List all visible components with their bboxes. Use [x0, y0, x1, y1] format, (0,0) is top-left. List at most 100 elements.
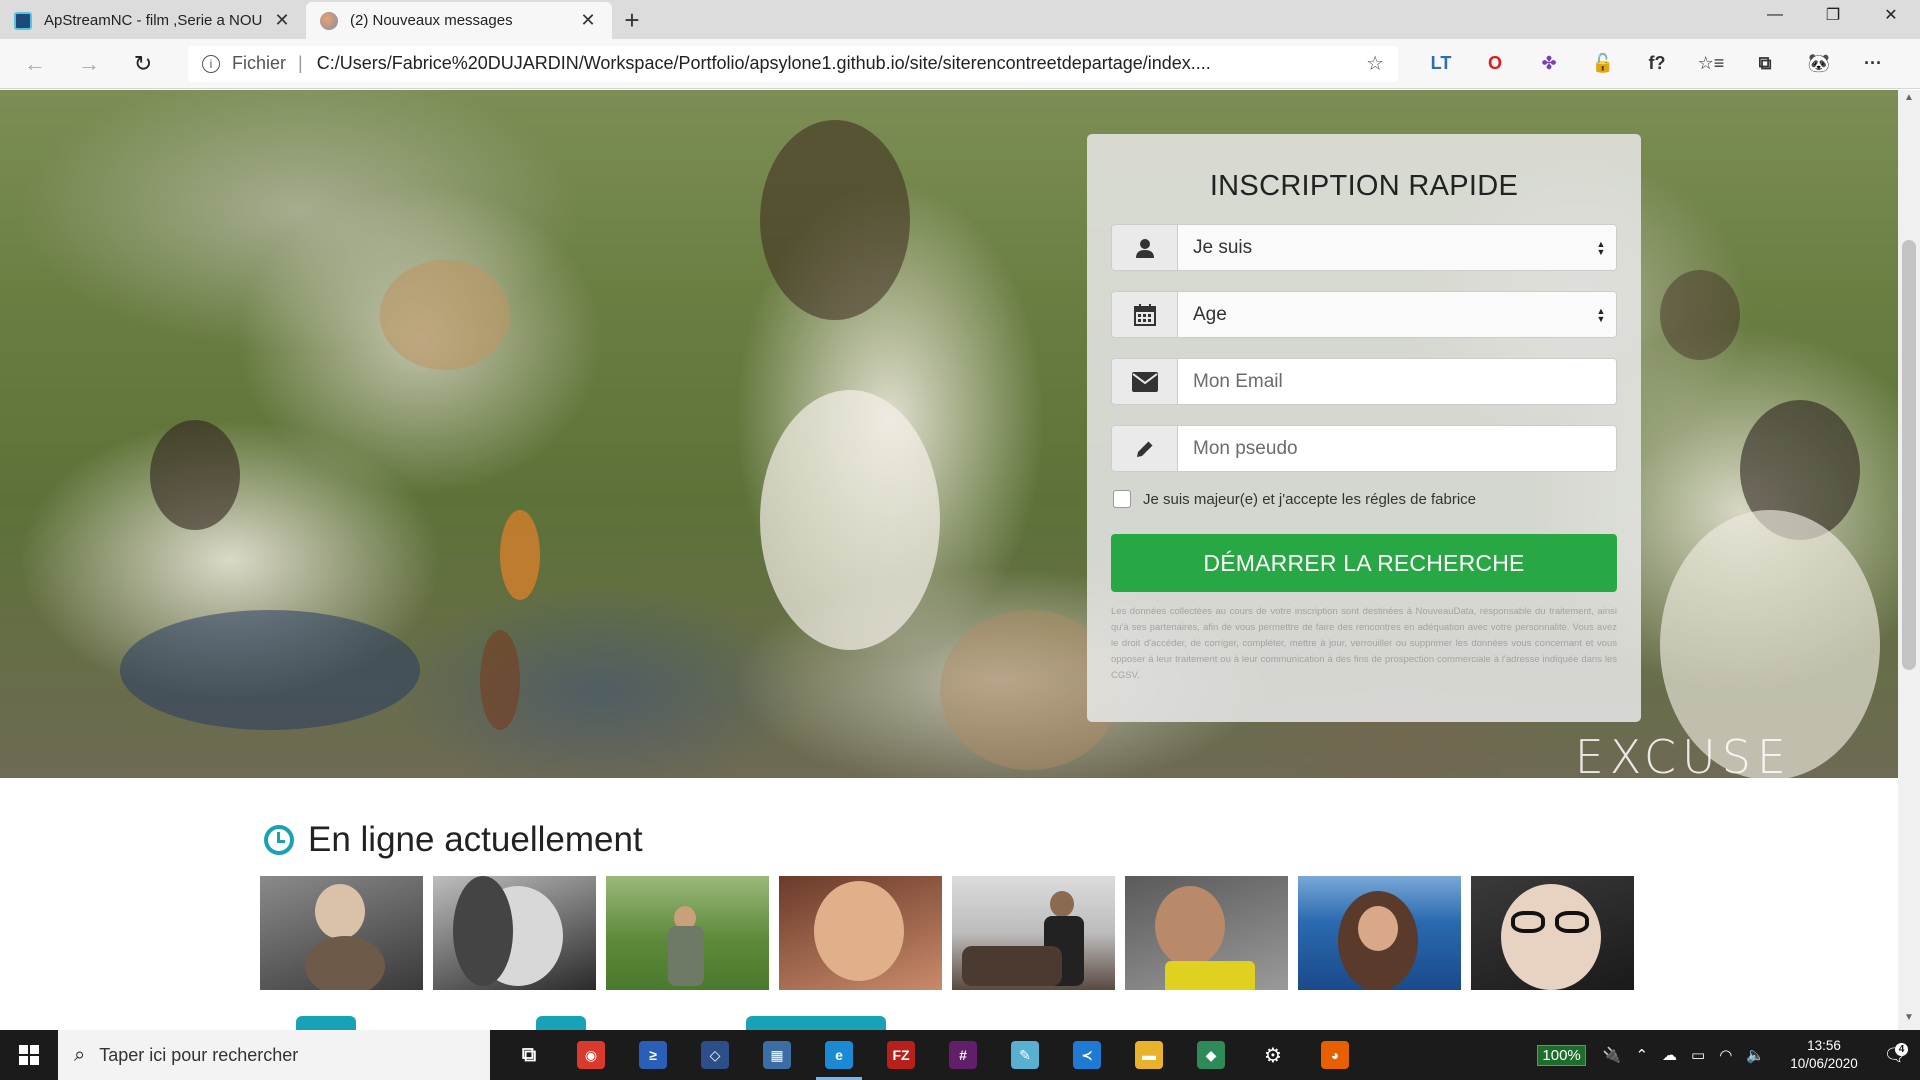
- tab-close-icon[interactable]: ✕: [272, 10, 292, 31]
- terms-checkbox[interactable]: [1113, 490, 1131, 508]
- start-search-button[interactable]: DÉMARRER LA RECHERCHE: [1111, 534, 1617, 592]
- email-field[interactable]: Mon Email: [1111, 358, 1617, 405]
- scroll-down-icon[interactable]: ▼: [1898, 1012, 1920, 1028]
- online-avatars: [260, 876, 1634, 990]
- extension-toolbar: LT O ✤ 🔓 f? ☆≡ ⧉ 🐼 ···: [1414, 44, 1900, 84]
- vscode-taskbar-button[interactable]: ≺: [1056, 1030, 1118, 1080]
- terms-label: Je suis majeur(e) et j'accepte les régle…: [1143, 490, 1477, 508]
- windows-taskbar: ⌕ Taper ici pour rechercher ⧉ ◉ ≥ ◇ ▦ e FZ # ✎ ≺ ▬…: [0, 1030, 1920, 1080]
- profile-avatar[interactable]: 🐼: [1792, 44, 1846, 84]
- wifi-icon[interactable]: ◠: [1719, 1046, 1732, 1064]
- vertical-scrollbar[interactable]: ▲ ▼: [1898, 90, 1920, 1030]
- online-avatar[interactable]: [952, 876, 1115, 990]
- scrollbar-thumb[interactable]: [1902, 240, 1916, 670]
- online-avatar[interactable]: [1471, 876, 1634, 990]
- apstream-favicon-icon: [14, 11, 32, 30]
- notification-center-button[interactable]: 🗨 4: [1870, 1042, 1920, 1066]
- powershell-icon: ≥: [639, 1041, 667, 1069]
- online-avatar[interactable]: [433, 876, 596, 990]
- online-avatar[interactable]: [1125, 876, 1288, 990]
- system-tray: 100% 🔌 ⌃ ☁ ▭ ◠ 🔈 13:56 10/06/2020 🗨 4: [1537, 1030, 1920, 1080]
- colorwheel-icon[interactable]: ✤: [1522, 44, 1576, 84]
- menu-icon[interactable]: ···: [1846, 44, 1900, 84]
- firefox-taskbar-button[interactable]: ◕: [1304, 1030, 1366, 1080]
- lt-icon[interactable]: LT: [1414, 44, 1468, 84]
- scheme-label: Fichier: [232, 53, 287, 73]
- terms-checkbox-row[interactable]: Je suis majeur(e) et j'accepte les régle…: [1111, 490, 1617, 508]
- new-tab-button[interactable]: +: [612, 2, 652, 39]
- network-app-taskbar-button[interactable]: ◇: [684, 1030, 746, 1080]
- back-button[interactable]: ←: [8, 39, 62, 89]
- gender-select-value[interactable]: Je suis: [1178, 225, 1586, 270]
- next-section-heading-peek: [296, 1014, 976, 1030]
- gender-select[interactable]: Je suis ▲ ▼: [1111, 224, 1617, 271]
- taskbar-search[interactable]: ⌕ Taper ici pour rechercher: [58, 1030, 490, 1080]
- volume-icon[interactable]: 🔈: [1746, 1046, 1765, 1064]
- envelope-icon: [1112, 359, 1178, 404]
- site-info-icon[interactable]: i: [202, 54, 220, 73]
- task-view-taskbar-button[interactable]: ⧉: [498, 1030, 560, 1080]
- onedrive-icon[interactable]: ☁: [1662, 1046, 1677, 1064]
- pseudo-input[interactable]: Mon pseudo: [1178, 426, 1616, 471]
- page-favicon-icon: [320, 11, 338, 30]
- font-icon[interactable]: f?: [1630, 44, 1684, 84]
- collections-icon[interactable]: ⧉: [1738, 44, 1792, 84]
- gitkraken-taskbar-button[interactable]: ◆: [1180, 1030, 1242, 1080]
- power-plug-icon[interactable]: 🔌: [1603, 1046, 1622, 1064]
- age-select[interactable]: Age ▲ ▼: [1111, 291, 1617, 338]
- tab-apstream[interactable]: ApStreamNC - film ,Serie a NOU ✕: [0, 2, 306, 39]
- url-text[interactable]: C:/Users/Fabrice%20DUJARDIN/Workspace/Po…: [317, 53, 1352, 74]
- address-bar[interactable]: i Fichier | C:/Users/Fabrice%20DUJARDIN/…: [188, 45, 1398, 82]
- online-avatar[interactable]: [779, 876, 942, 990]
- settings-icon: ⚙: [1264, 1044, 1282, 1067]
- tab-title: ApStreamNC - film ,Serie a NOU: [44, 12, 263, 29]
- clock-icon: [264, 825, 294, 855]
- online-title: En ligne actuellement: [308, 820, 643, 859]
- chrome-icon: ◉: [577, 1041, 605, 1069]
- email-input[interactable]: Mon Email: [1178, 359, 1616, 404]
- chevron-up-icon[interactable]: ⌃: [1635, 1046, 1648, 1064]
- taskbar-clock[interactable]: 13:56 10/06/2020: [1778, 1037, 1870, 1073]
- scroll-up-icon[interactable]: ▲: [1898, 92, 1920, 108]
- window-controls: — ❐ ✕: [1746, 0, 1920, 30]
- filezilla-taskbar-button[interactable]: FZ: [870, 1030, 932, 1080]
- notepad-taskbar-button[interactable]: ✎: [994, 1030, 1056, 1080]
- edge-taskbar-button[interactable]: e: [808, 1030, 870, 1080]
- online-avatar[interactable]: [606, 876, 769, 990]
- remote-desktop-taskbar-button[interactable]: ▦: [746, 1030, 808, 1080]
- task-view-icon: ⧉: [521, 1043, 537, 1066]
- age-select-value[interactable]: Age: [1178, 292, 1586, 337]
- settings-taskbar-button[interactable]: ⚙: [1242, 1030, 1304, 1080]
- notification-count: 4: [1895, 1042, 1908, 1056]
- select-caret-icon: ▲ ▼: [1586, 292, 1616, 337]
- tab-close-icon[interactable]: ✕: [578, 10, 598, 31]
- maximize-button[interactable]: ❐: [1804, 0, 1862, 30]
- refresh-button[interactable]: ↻: [116, 39, 170, 89]
- powershell-taskbar-button[interactable]: ≥: [622, 1030, 684, 1080]
- pseudo-field[interactable]: Mon pseudo: [1111, 425, 1617, 472]
- minimize-button[interactable]: —: [1746, 0, 1804, 30]
- slack-taskbar-button[interactable]: #: [932, 1030, 994, 1080]
- edge-icon: e: [825, 1041, 853, 1069]
- favorites-icon[interactable]: ☆≡: [1684, 44, 1738, 84]
- select-caret-icon: ▲ ▼: [1586, 225, 1616, 270]
- clock-time: 13:56: [1807, 1038, 1841, 1053]
- forward-button[interactable]: →: [62, 39, 116, 89]
- calendar-icon: [1112, 292, 1178, 337]
- gitkraken-icon: ◆: [1197, 1041, 1225, 1069]
- battery-indicator[interactable]: 100%: [1537, 1044, 1586, 1066]
- close-window-button[interactable]: ✕: [1862, 0, 1920, 30]
- favorite-star-icon[interactable]: ☆: [1366, 51, 1384, 76]
- online-avatar[interactable]: [1298, 876, 1461, 990]
- address-separator: |: [298, 53, 303, 73]
- lock-extension-icon[interactable]: 🔓: [1576, 44, 1630, 84]
- start-button[interactable]: [0, 1030, 58, 1080]
- tab-nouveaux-messages[interactable]: (2) Nouveaux messages ✕: [306, 2, 612, 39]
- online-avatar[interactable]: [260, 876, 423, 990]
- file-explorer-taskbar-button[interactable]: ▬: [1118, 1030, 1180, 1080]
- chrome-taskbar-button[interactable]: ◉: [560, 1030, 622, 1080]
- battery-icon[interactable]: ▭: [1691, 1046, 1705, 1064]
- remote-desktop-icon: ▦: [763, 1041, 791, 1069]
- search-icon: ⌕: [74, 1043, 86, 1066]
- opera-icon[interactable]: O: [1468, 44, 1522, 84]
